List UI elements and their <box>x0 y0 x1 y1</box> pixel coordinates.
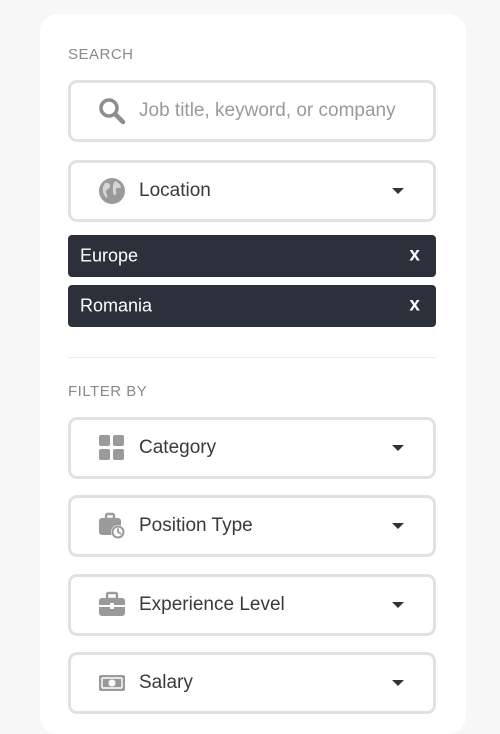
chevron-down-icon <box>392 680 404 686</box>
chevron-down-icon <box>392 445 404 451</box>
remove-tag-button[interactable]: x <box>409 245 420 267</box>
search-field[interactable] <box>68 80 436 142</box>
remove-tag-button[interactable]: x <box>409 295 420 317</box>
search-input[interactable] <box>139 100 417 122</box>
search-filter-panel: SEARCH Location Europe x Romania x FILTE… <box>40 14 466 734</box>
briefcase-clock-icon <box>97 511 127 541</box>
location-label: Location <box>139 180 211 201</box>
location-dropdown[interactable]: Location <box>68 160 436 222</box>
experience-level-dropdown[interactable]: Experience Level <box>68 574 436 636</box>
section-divider <box>68 357 436 358</box>
position-type-dropdown[interactable]: Position Type <box>68 495 436 557</box>
position-type-label: Position Type <box>139 515 253 536</box>
salary-label: Salary <box>139 672 193 693</box>
filter-section-title: FILTER BY <box>68 383 148 400</box>
search-icon <box>97 96 127 126</box>
chevron-down-icon <box>392 523 404 529</box>
category-dropdown[interactable]: Category <box>68 417 436 479</box>
location-tag-romania: Romania x <box>68 285 436 327</box>
briefcase-icon <box>97 590 127 620</box>
globe-icon <box>97 176 127 206</box>
location-tag-europe: Europe x <box>68 235 436 277</box>
experience-level-label: Experience Level <box>139 594 285 615</box>
grid-icon <box>97 433 127 463</box>
search-section-title: SEARCH <box>68 46 134 63</box>
chevron-down-icon <box>392 602 404 608</box>
tag-label: Europe <box>80 245 139 266</box>
category-label: Category <box>139 437 217 458</box>
money-icon <box>97 668 127 698</box>
salary-dropdown[interactable]: Salary <box>68 652 436 714</box>
chevron-down-icon <box>392 188 404 194</box>
tag-label: Romania <box>80 295 153 316</box>
